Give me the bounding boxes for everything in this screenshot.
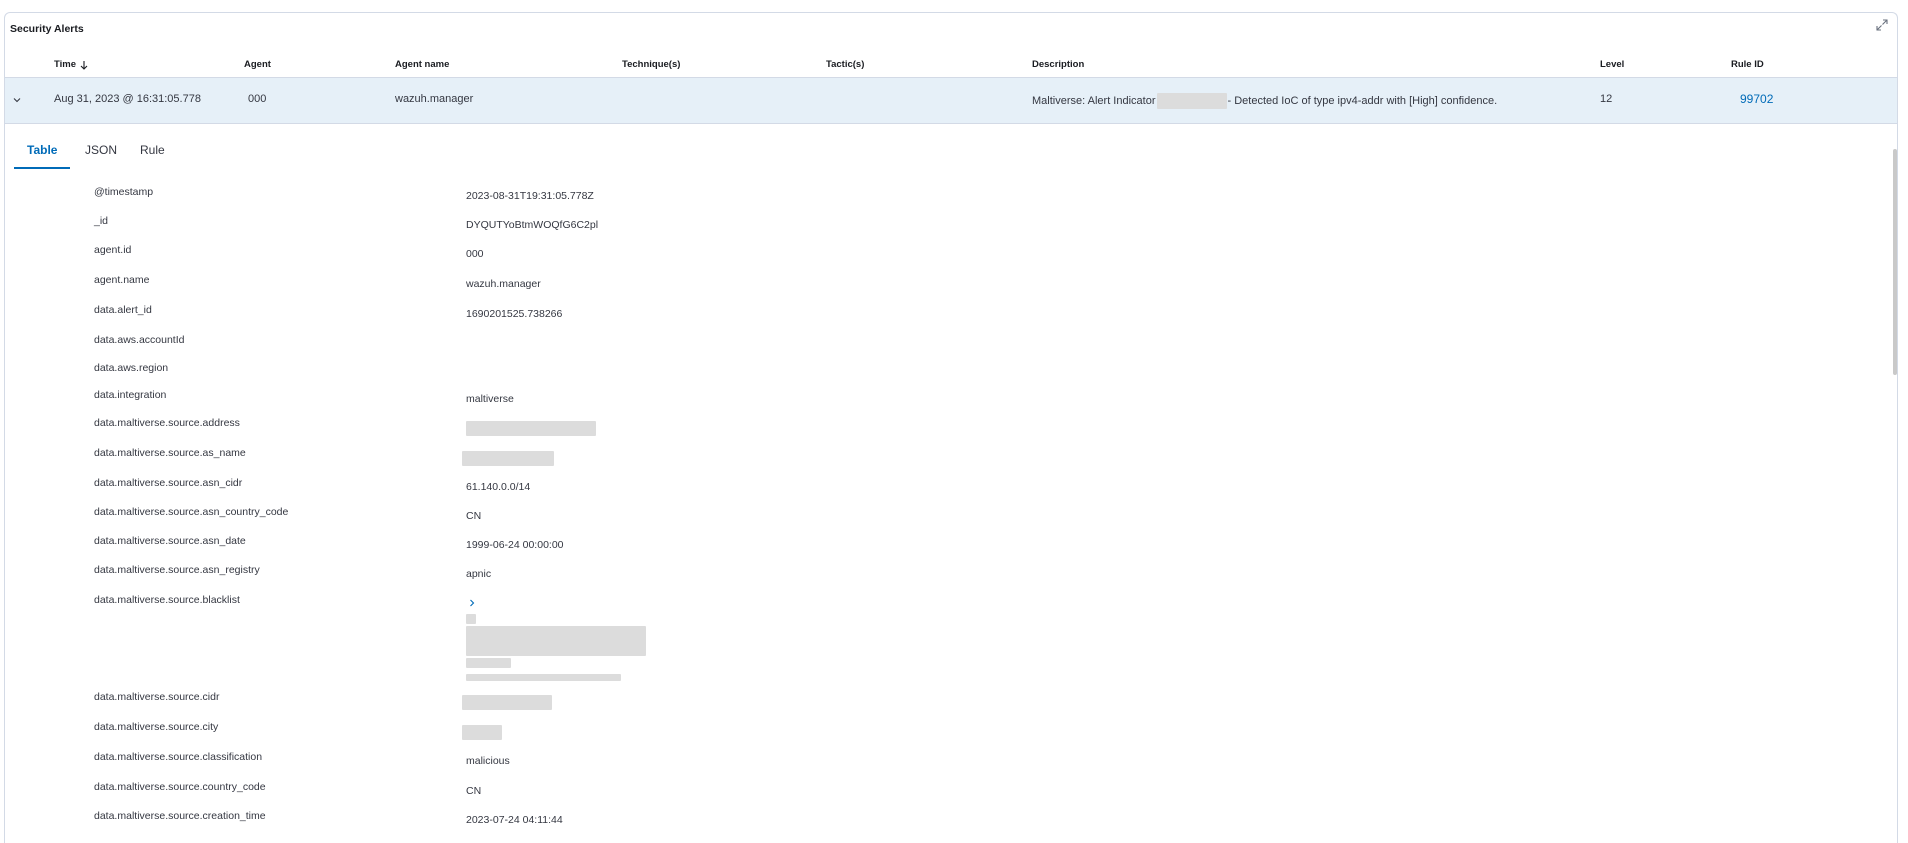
field-row-blacklist: data.maltiverse.source.blacklist xyxy=(5,594,1885,686)
field-row: data.maltiverse.source.creation_time 202… xyxy=(5,810,1885,840)
field-value: CN xyxy=(466,785,482,797)
field-row: data.maltiverse.source.as_name xyxy=(5,447,1885,477)
field-value xyxy=(462,451,554,466)
field-row: data.maltiverse.source.asn_registry apni… xyxy=(5,564,1885,594)
column-header-level[interactable]: Level xyxy=(1600,59,1624,70)
field-name: agent.id xyxy=(94,244,132,256)
field-value: maltiverse xyxy=(466,393,514,405)
field-row: data.maltiverse.source.asn_cidr 61.140.0… xyxy=(5,477,1885,507)
alert-agent: 000 xyxy=(248,93,267,105)
field-row: _id DYQUTYoBtmWOQfG6C2pl xyxy=(5,215,1885,245)
field-name: data.maltiverse.source.blacklist xyxy=(94,594,240,606)
field-name: data.aws.region xyxy=(94,362,169,374)
field-value xyxy=(462,695,552,710)
security-alerts-panel: Security Alerts Time Agent Agent name Te… xyxy=(4,12,1898,843)
field-name: data.maltiverse.source.asn_date xyxy=(94,535,246,547)
field-name: data.maltiverse.source.as_name xyxy=(94,447,246,459)
field-value: 000 xyxy=(466,248,484,260)
field-value xyxy=(466,421,596,436)
field-name: data.aws.accountId xyxy=(94,334,185,346)
alert-description: Maltiverse: Alert Indicator - Detected Io… xyxy=(1032,93,1497,109)
redacted-value xyxy=(466,674,621,681)
field-name: data.maltiverse.source.country_code xyxy=(94,781,266,793)
redacted-value xyxy=(466,421,596,436)
field-row: agent.id 000 xyxy=(5,244,1885,274)
sort-descending-icon[interactable] xyxy=(79,60,89,70)
column-header-rule-id[interactable]: Rule ID xyxy=(1731,59,1764,70)
field-row: data.aws.accountId xyxy=(5,334,1885,364)
field-name: data.maltiverse.source.asn_cidr xyxy=(94,477,243,489)
field-value: 61.140.0.0/14 xyxy=(466,481,531,493)
field-name: data.maltiverse.source.asn_registry xyxy=(94,564,260,576)
redacted-value xyxy=(466,658,511,668)
field-name: @timestamp xyxy=(94,186,154,198)
alert-agent-name: wazuh.manager xyxy=(395,93,474,105)
field-row: data.maltiverse.source.address xyxy=(5,417,1885,447)
detail-tabs: Table JSON Rule xyxy=(10,135,1890,169)
column-header-description[interactable]: Description xyxy=(1032,59,1084,70)
field-row: data.alert_id 1690201525.738266 xyxy=(5,304,1885,334)
column-header-tactics[interactable]: Tactic(s) xyxy=(826,59,864,70)
field-value: 1999-06-24 00:00:00 xyxy=(466,539,564,551)
field-name: data.maltiverse.source.address xyxy=(94,417,240,429)
field-name: data.maltiverse.source.city xyxy=(94,721,219,733)
table-row[interactable]: Aug 31, 2023 @ 16:31:05.778 000 wazuh.ma… xyxy=(5,77,1897,124)
tab-json[interactable]: JSON xyxy=(72,135,130,167)
fullscreen-icon[interactable] xyxy=(1875,18,1889,32)
alert-time: Aug 31, 2023 @ 16:31:05.778 xyxy=(54,93,201,105)
field-name: data.maltiverse.source.classification xyxy=(94,751,263,763)
field-value: 2023-08-31T19:31:05.778Z xyxy=(466,190,594,202)
field-row: data.maltiverse.source.cidr xyxy=(5,691,1885,721)
chevron-down-icon[interactable] xyxy=(11,94,23,106)
field-value: CN xyxy=(466,510,482,522)
tab-rule[interactable]: Rule xyxy=(127,135,178,167)
redacted-value xyxy=(466,614,476,624)
field-name: agent.name xyxy=(94,274,150,286)
field-row: data.maltiverse.source.asn_country_code … xyxy=(5,506,1885,536)
column-header-agent[interactable]: Agent xyxy=(244,59,271,70)
field-name: data.maltiverse.source.cidr xyxy=(94,691,220,703)
table-header: Time Agent Agent name Technique(s) Tacti… xyxy=(5,55,1897,77)
field-name: _id xyxy=(94,215,109,227)
field-value: wazuh.manager xyxy=(466,278,541,290)
field-row: data.integration maltiverse xyxy=(5,389,1885,419)
column-header-agent-name[interactable]: Agent name xyxy=(395,59,449,70)
vertical-scrollbar[interactable] xyxy=(1893,149,1897,375)
field-name: data.alert_id xyxy=(94,304,152,316)
redacted-value xyxy=(462,725,502,740)
redacted-value xyxy=(462,451,554,466)
field-name: data.integration xyxy=(94,389,167,401)
redacted-value xyxy=(466,626,646,656)
field-row: data.maltiverse.source.asn_date 1999-06-… xyxy=(5,535,1885,565)
field-row: data.maltiverse.source.country_code CN xyxy=(5,781,1885,811)
field-row: data.maltiverse.source.classification ma… xyxy=(5,751,1885,781)
field-name: data.maltiverse.source.creation_time xyxy=(94,810,266,822)
field-value: DYQUTYoBtmWOQfG6C2pl xyxy=(466,219,599,231)
field-value: malicious xyxy=(466,755,510,767)
field-value xyxy=(462,725,502,740)
redacted-value xyxy=(462,695,552,710)
column-header-time[interactable]: Time xyxy=(54,59,89,70)
column-header-techniques[interactable]: Technique(s) xyxy=(622,59,680,70)
field-value: apnic xyxy=(466,568,492,580)
field-row: data.aws.region xyxy=(5,362,1885,392)
tab-table[interactable]: Table xyxy=(14,135,71,169)
field-row: agent.name wazuh.manager xyxy=(5,274,1885,304)
field-row: data.maltiverse.source.city xyxy=(5,721,1885,751)
panel-title: Security Alerts xyxy=(10,23,84,35)
field-value: 1690201525.738266 xyxy=(466,308,563,320)
alert-rule-id-link[interactable]: 99702 xyxy=(1740,92,1773,106)
chevron-right-icon[interactable] xyxy=(467,598,477,608)
redacted-value xyxy=(1156,93,1227,109)
field-row: @timestamp 2023-08-31T19:31:05.778Z xyxy=(5,186,1885,216)
field-name: data.maltiverse.source.asn_country_code xyxy=(94,506,289,518)
field-value: 2023-07-24 04:11:44 xyxy=(466,814,563,826)
alert-level: 12 xyxy=(1600,93,1613,105)
